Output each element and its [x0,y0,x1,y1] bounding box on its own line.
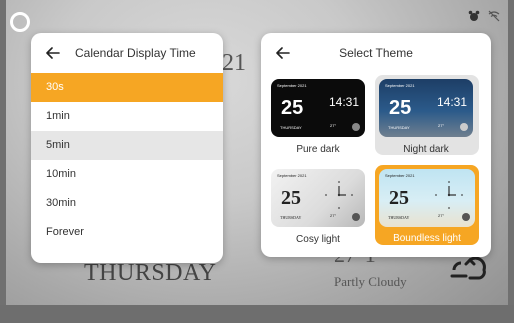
calendar-panel-header: Calendar Display Time [31,33,223,73]
thumb-month: September 2021 [385,173,415,178]
arrow-left-icon [46,47,60,59]
status-bar [468,10,500,22]
back-button[interactable] [273,43,293,63]
select-theme-panel: Select Theme September 2021 25 THURSDAY … [261,33,491,257]
thumb-temp: 27° [438,123,445,128]
option-1min[interactable]: 1min [31,102,223,131]
device-screen: 21 THURSDAY 27°1 Partly Cloudy Cal [0,0,514,323]
theme-thumbnail: September 2021 25 THURSDAY 27° [271,169,365,227]
clock-icon [435,181,463,209]
theme-thumbnail: September 2021 25 THURSDAY 14:31 27° [379,79,473,137]
thumb-day-name: THURSDAY [388,215,410,220]
option-10min[interactable]: 10min [31,160,223,189]
calendar-display-time-panel: Calendar Display Time 30s 1min 5min 10mi… [31,33,223,263]
weather-icon [352,213,360,221]
thumb-temp: 27° [330,213,337,218]
home-indicator[interactable] [10,12,30,32]
theme-panel-header: Select Theme [261,33,491,73]
option-5min[interactable]: 5min [31,131,223,160]
thumb-month: September 2021 [385,83,415,88]
option-30min[interactable]: 30min [31,189,223,218]
device-bezel-bottom [0,305,514,323]
theme-label: Cosy light [296,234,340,245]
thumb-time: 14:31 [436,95,467,109]
weather-icon [352,123,360,131]
theme-label: Night dark [403,144,449,155]
thumb-month: September 2021 [277,83,307,88]
weather-icon [460,123,468,131]
theme-label: Boundless light [393,233,461,244]
device-bezel-left [0,0,6,323]
thumb-day-name: THURSDAY [388,125,410,130]
theme-option-pure-dark[interactable]: September 2021 25 THURSDAY 14:31 27° Pur… [269,79,367,155]
theme-option-boundless-light[interactable]: September 2021 25 THURSDAY 27° Boundless… [375,165,479,245]
background-day-name: THURSDAY [84,260,217,286]
back-button[interactable] [43,43,63,63]
theme-option-cosy-light[interactable]: September 2021 25 THURSDAY 27° Cosy ligh… [269,169,367,245]
thumb-day-name: THURSDAY [280,215,302,220]
background-weather-text: Partly Cloudy [334,274,407,289]
thumb-day-number: 25 [389,187,409,209]
background-date-number: 21 [222,50,246,76]
thumb-temp: 27° [438,213,445,218]
theme-option-night-dark[interactable]: September 2021 25 THURSDAY 14:31 27° Nig… [377,79,475,155]
alarm-icon [468,10,480,21]
thumb-month: September 2021 [277,173,307,178]
option-30s[interactable]: 30s [31,73,223,102]
theme-thumbnail: September 2021 25 THURSDAY 14:31 27° [271,79,365,137]
theme-label: Pure dark [296,144,340,155]
wifi-off-icon [488,10,500,22]
option-forever[interactable]: Forever [31,218,223,247]
thumb-day-number: 25 [281,187,301,209]
theme-panel-title: Select Theme [339,46,413,60]
clock-icon [325,181,353,209]
weather-icon [462,213,470,221]
calendar-panel-title: Calendar Display Time [75,46,196,60]
thumb-time: 14:31 [328,95,359,109]
arrow-left-icon [276,47,290,59]
thumb-temp: 27° [330,123,337,128]
thumb-day-number: 25 [281,97,304,119]
thumb-day-number: 25 [389,97,412,119]
thumb-day-name: THURSDAY [280,125,302,130]
theme-thumbnail: September 2021 25 THURSDAY 27° [379,169,475,227]
device-bezel-right [508,0,514,323]
